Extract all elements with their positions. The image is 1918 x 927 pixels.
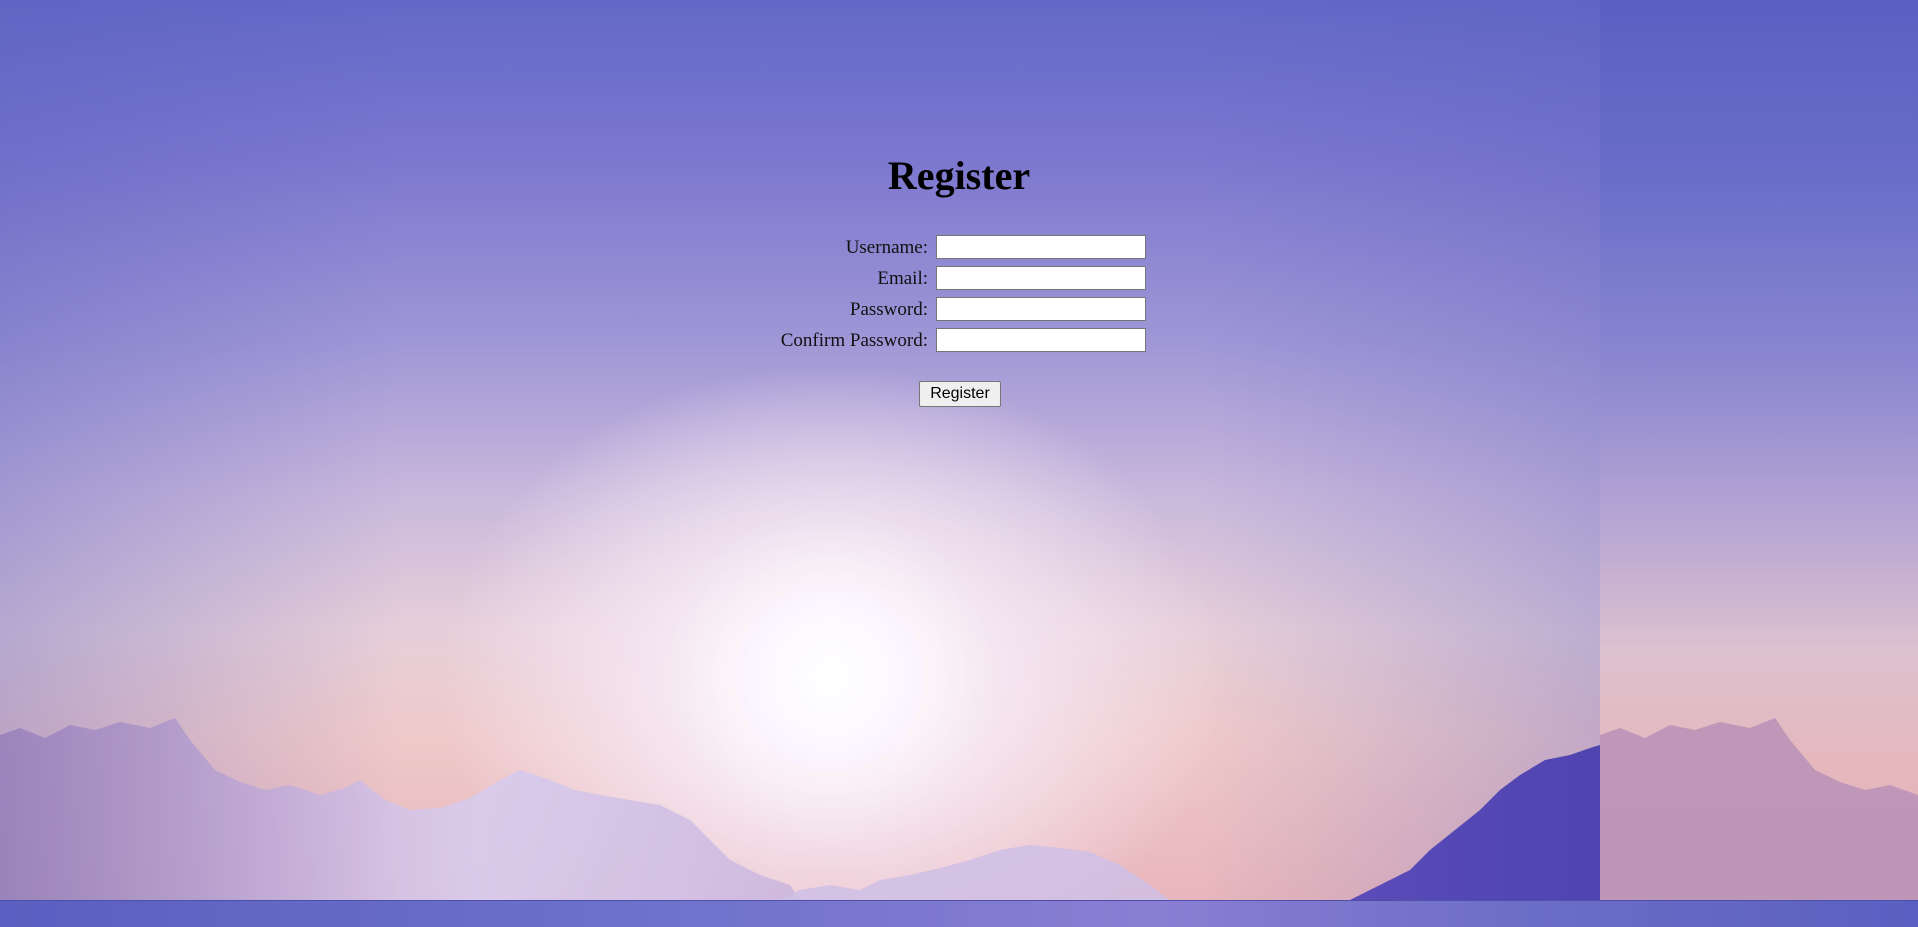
- background-scene: [0, 0, 1600, 900]
- username-label: Username:: [845, 237, 928, 258]
- password-label: Password:: [849, 299, 928, 320]
- register-button[interactable]: Register: [919, 381, 1001, 407]
- username-row: Username:: [0, 233, 1918, 264]
- email-label: Email:: [877, 268, 928, 289]
- confirm-password-label: Confirm Password:: [780, 330, 928, 351]
- bottom-band: [0, 900, 1918, 927]
- email-row: Email:: [0, 264, 1918, 295]
- confirm-password-row: Confirm Password:: [0, 326, 1918, 357]
- confirm-password-input[interactable]: [936, 328, 1146, 352]
- email-input[interactable]: [936, 266, 1146, 290]
- background-scene-repeat: [1600, 0, 1918, 900]
- mountain-silhouette: [0, 718, 1600, 900]
- password-row: Password:: [0, 295, 1918, 326]
- mountain-silhouette-repeat: [1600, 718, 1918, 900]
- password-input[interactable]: [936, 297, 1146, 321]
- username-input[interactable]: [936, 235, 1146, 259]
- page-title: Register: [887, 153, 1031, 198]
